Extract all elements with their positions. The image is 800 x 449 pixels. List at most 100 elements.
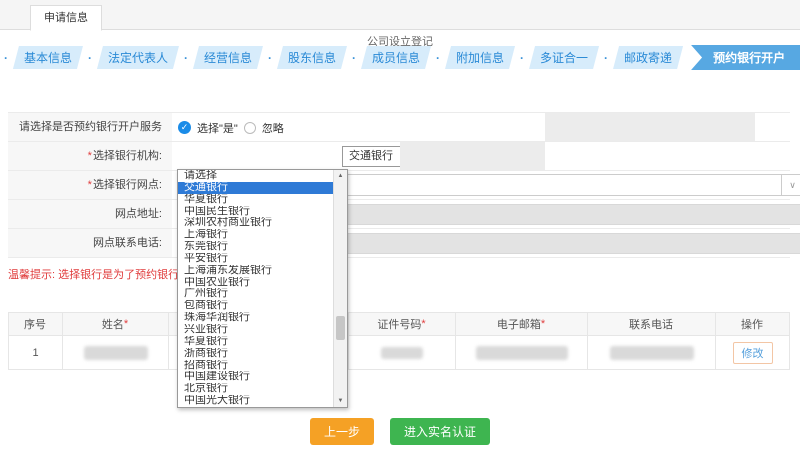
branch-phone-label: 网点联系电话: (8, 229, 172, 257)
empty-cell (545, 113, 755, 141)
previous-step-button[interactable]: 上一步 (310, 418, 374, 445)
form-row-service: 请选择是否预约银行开户服务 ✓ 选择"是" 忽略 (8, 113, 790, 142)
step-separator: · (88, 51, 92, 65)
redacted-phone (610, 346, 694, 360)
header-action: 操作 (716, 313, 789, 335)
step-nav: · 基本信息 · 法定代表人 · 经营信息 · 股东信息 · 成员信息 · 附加… (0, 45, 800, 70)
bank-option[interactable]: 上海浦东发展银行 (178, 265, 333, 277)
service-label: 请选择是否预约银行开户服务 (8, 113, 172, 141)
step-item[interactable]: 基本信息 (13, 46, 83, 69)
step-separator: · (436, 51, 440, 65)
redacted-email (476, 346, 568, 360)
redacted-id (381, 347, 423, 359)
bank-option[interactable]: 招商银行 (178, 360, 333, 372)
bank-option[interactable]: 东莞银行 (178, 241, 333, 253)
bank-option[interactable]: 华夏银行 (178, 194, 333, 206)
cell-action: 修改 (716, 336, 789, 369)
step-list: · 基本信息 · 法定代表人 · 经营信息 · 股东信息 · 成员信息 · 附加… (0, 46, 683, 69)
scrollbar-thumb[interactable] (336, 316, 345, 340)
step-separator: · (520, 51, 524, 65)
required-mark: * (88, 179, 92, 191)
table-header-row: 序号 姓名* 证件号码* 电子邮箱* 联系电话 操作 (9, 313, 789, 335)
form-row-bank-org: *选择银行机构: 交通银行 ▼ (8, 142, 790, 171)
bank-branch-label: *选择银行网点: (8, 171, 172, 199)
required-mark: * (88, 150, 92, 162)
step-item[interactable]: 法定代表人 (97, 46, 179, 69)
bank-option[interactable]: 浙商银行 (178, 348, 333, 360)
bank-option[interactable]: 北京银行 (178, 383, 333, 395)
bank-option[interactable]: 交通银行 (178, 182, 333, 194)
bank-option[interactable]: 请选择 (178, 170, 333, 182)
bank-branch-combobox[interactable]: ∨ (342, 174, 800, 196)
radio-yes-checked-icon[interactable]: ✓ (178, 121, 191, 134)
empty-cell (400, 142, 545, 170)
label-text: 网点地址: (115, 208, 162, 220)
label-text: 请选择是否预约银行开户服务 (19, 121, 162, 133)
bank-option[interactable]: 平安银行 (178, 253, 333, 265)
step-separator: · (268, 51, 272, 65)
label-text: 选择银行机构: (93, 150, 162, 162)
radio-ignore-label: 忽略 (262, 120, 284, 136)
radio-ignore-icon[interactable] (244, 122, 256, 134)
dropdown-scrollbar[interactable]: ▲ ▼ (333, 170, 347, 407)
cell-email (456, 336, 588, 369)
header-text: 电子邮箱 (497, 316, 541, 332)
bank-option[interactable]: 珠海华润银行 (178, 312, 333, 324)
cell-index: 1 (9, 336, 63, 369)
realname-auth-button[interactable]: 进入实名认证 (390, 418, 490, 445)
modify-button[interactable]: 修改 (733, 342, 773, 364)
bank-option[interactable]: 包商银行 (178, 300, 333, 312)
branch-address-input-disabled (342, 204, 800, 225)
branch-address-label: 网点地址: (8, 200, 172, 228)
step-separator: · (352, 51, 356, 65)
bank-option[interactable]: 华夏银行 (178, 336, 333, 348)
scroll-up-icon[interactable]: ▲ (334, 170, 347, 182)
step-item[interactable]: 邮政寄递 (613, 46, 683, 69)
bank-option[interactable]: 上海银行 (178, 229, 333, 241)
header-text: 联系电话 (629, 316, 673, 332)
cell-name (63, 336, 169, 369)
row-index: 1 (32, 347, 38, 359)
cell-id-number (349, 336, 456, 369)
step-item[interactable]: 多证合一 (529, 46, 599, 69)
scroll-down-icon[interactable]: ▼ (334, 395, 347, 407)
branch-phone-input-disabled (342, 233, 800, 254)
required-mark: * (541, 318, 545, 330)
label-text: 选择银行网点: (93, 179, 162, 191)
step-item[interactable]: 成员信息 (361, 46, 431, 69)
tab-application-info[interactable]: 申请信息 (30, 5, 102, 31)
bank-option[interactable]: 深圳农村商业银行 (178, 217, 333, 229)
step-item[interactable]: 经营信息 (193, 46, 263, 69)
label-text: 网点联系电话: (93, 237, 162, 249)
table-row: 1 修改 (9, 335, 789, 369)
step-item[interactable]: 股东信息 (277, 46, 347, 69)
step-item[interactable]: 附加信息 (445, 46, 515, 69)
header-id-number: 证件号码* (349, 313, 456, 335)
redacted-name (84, 346, 148, 360)
bank-option[interactable]: 广州银行 (178, 288, 333, 300)
bottom-actions: 上一步 进入实名认证 (0, 418, 800, 445)
bank-option[interactable]: 中国光大银行 (178, 395, 333, 407)
form-row-branch-address: 网点地址: (8, 200, 790, 229)
step-separator: · (4, 51, 8, 65)
radio-yes-label: 选择"是" (197, 120, 238, 136)
header-phone: 联系电话 (588, 313, 716, 335)
bank-options-list: 请选择 交通银行 华夏银行 中国民生银行 深圳农村商业银行 上海银行 东莞银行 … (178, 170, 333, 407)
tab-strip: 申请信息 (0, 0, 800, 30)
bank-branch-input[interactable] (343, 175, 781, 195)
bank-org-selected-value: 交通银行 (349, 150, 393, 162)
bank-option[interactable]: 中国农业银行 (178, 277, 333, 289)
required-mark: * (421, 318, 425, 330)
step-item-active[interactable]: 预约银行开户 (691, 45, 800, 70)
header-text: 操作 (741, 316, 763, 332)
bank-option[interactable]: 中国建设银行 (178, 371, 333, 383)
required-mark: * (124, 318, 128, 330)
radio-group: ✓ 选择"是" 忽略 (178, 113, 284, 142)
chevron-down-icon[interactable]: ∨ (781, 175, 800, 195)
bank-reservation-form: 请选择是否预约银行开户服务 ✓ 选择"是" 忽略 *选择银行机构: 交通银行 ▼ (8, 112, 790, 258)
bank-option[interactable]: 兴业银行 (178, 324, 333, 336)
cell-phone (588, 336, 716, 369)
page: 申请信息 公司设立登记 · 基本信息 · 法定代表人 · 经营信息 · 股东信息… (0, 0, 800, 449)
bank-option[interactable]: 中国民生银行 (178, 206, 333, 218)
step-separator: · (604, 51, 608, 65)
